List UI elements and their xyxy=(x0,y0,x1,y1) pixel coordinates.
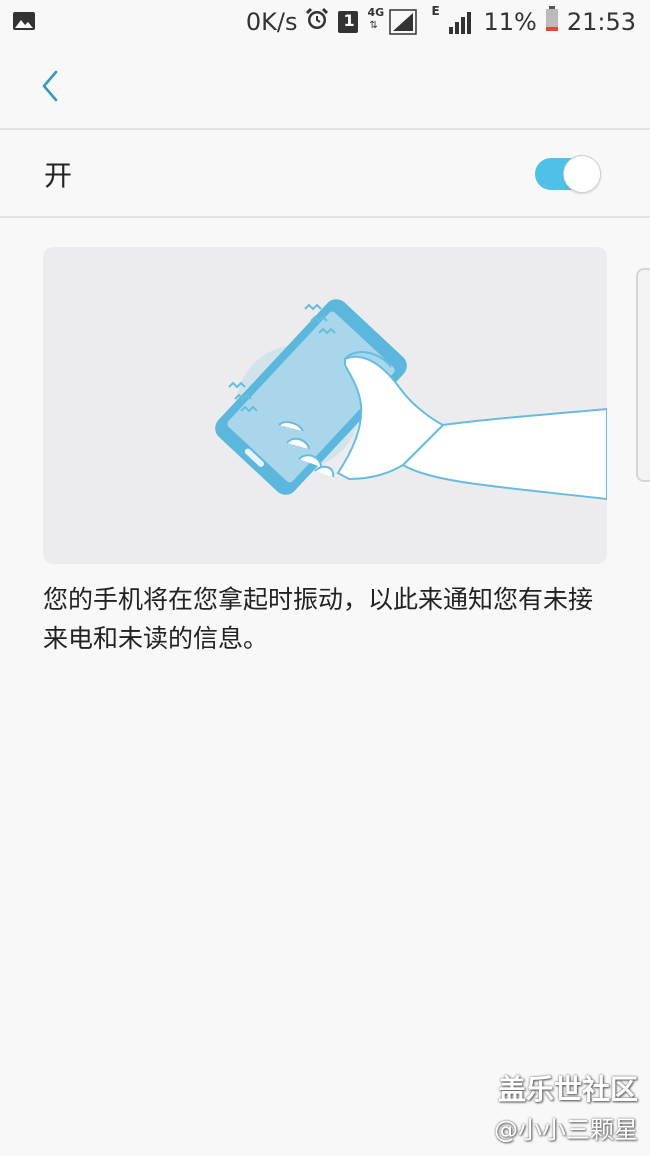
network-4g-icon: 4G ⇅ xyxy=(367,6,423,36)
battery-percentage: 11% xyxy=(483,8,537,36)
status-icons: 0K/s 1 4G ⇅ E 11% 21:53 xyxy=(245,4,636,38)
master-toggle-switch[interactable] xyxy=(533,154,603,193)
toggle-thumb xyxy=(563,155,601,193)
edge-panel-handle[interactable] xyxy=(636,268,650,482)
watermark-user: @小小三颗星 xyxy=(494,1116,638,1144)
gallery-notification-icon xyxy=(12,10,36,32)
watermark-title: 盖乐世社区 xyxy=(497,1073,638,1106)
master-switch-row[interactable]: 开 xyxy=(0,130,650,216)
sim-badge-icon: 1 xyxy=(337,10,359,34)
status-bar: 0K/s 1 4G ⇅ E 11% 21:53 xyxy=(0,0,650,44)
master-switch-label: 开 xyxy=(44,159,73,192)
network-speed: 0K/s xyxy=(245,8,298,36)
smart-alert-illustration xyxy=(43,247,607,564)
alarm-icon xyxy=(305,7,329,37)
chevron-left-icon xyxy=(42,70,58,102)
network-4g-label: 4G xyxy=(367,6,385,19)
network-e-label: E xyxy=(431,4,440,18)
feature-description: 您的手机将在您拿起时振动，以此来通知您有未接来电和未读的信息。 xyxy=(43,585,594,653)
sim-badge-number: 1 xyxy=(343,11,355,30)
battery-icon xyxy=(545,6,559,38)
back-button[interactable] xyxy=(28,62,72,110)
switch-row-divider xyxy=(0,216,650,218)
network-e-icon: E xyxy=(431,4,475,36)
clock-time: 21:53 xyxy=(566,8,636,36)
top-app-bar xyxy=(0,44,650,128)
